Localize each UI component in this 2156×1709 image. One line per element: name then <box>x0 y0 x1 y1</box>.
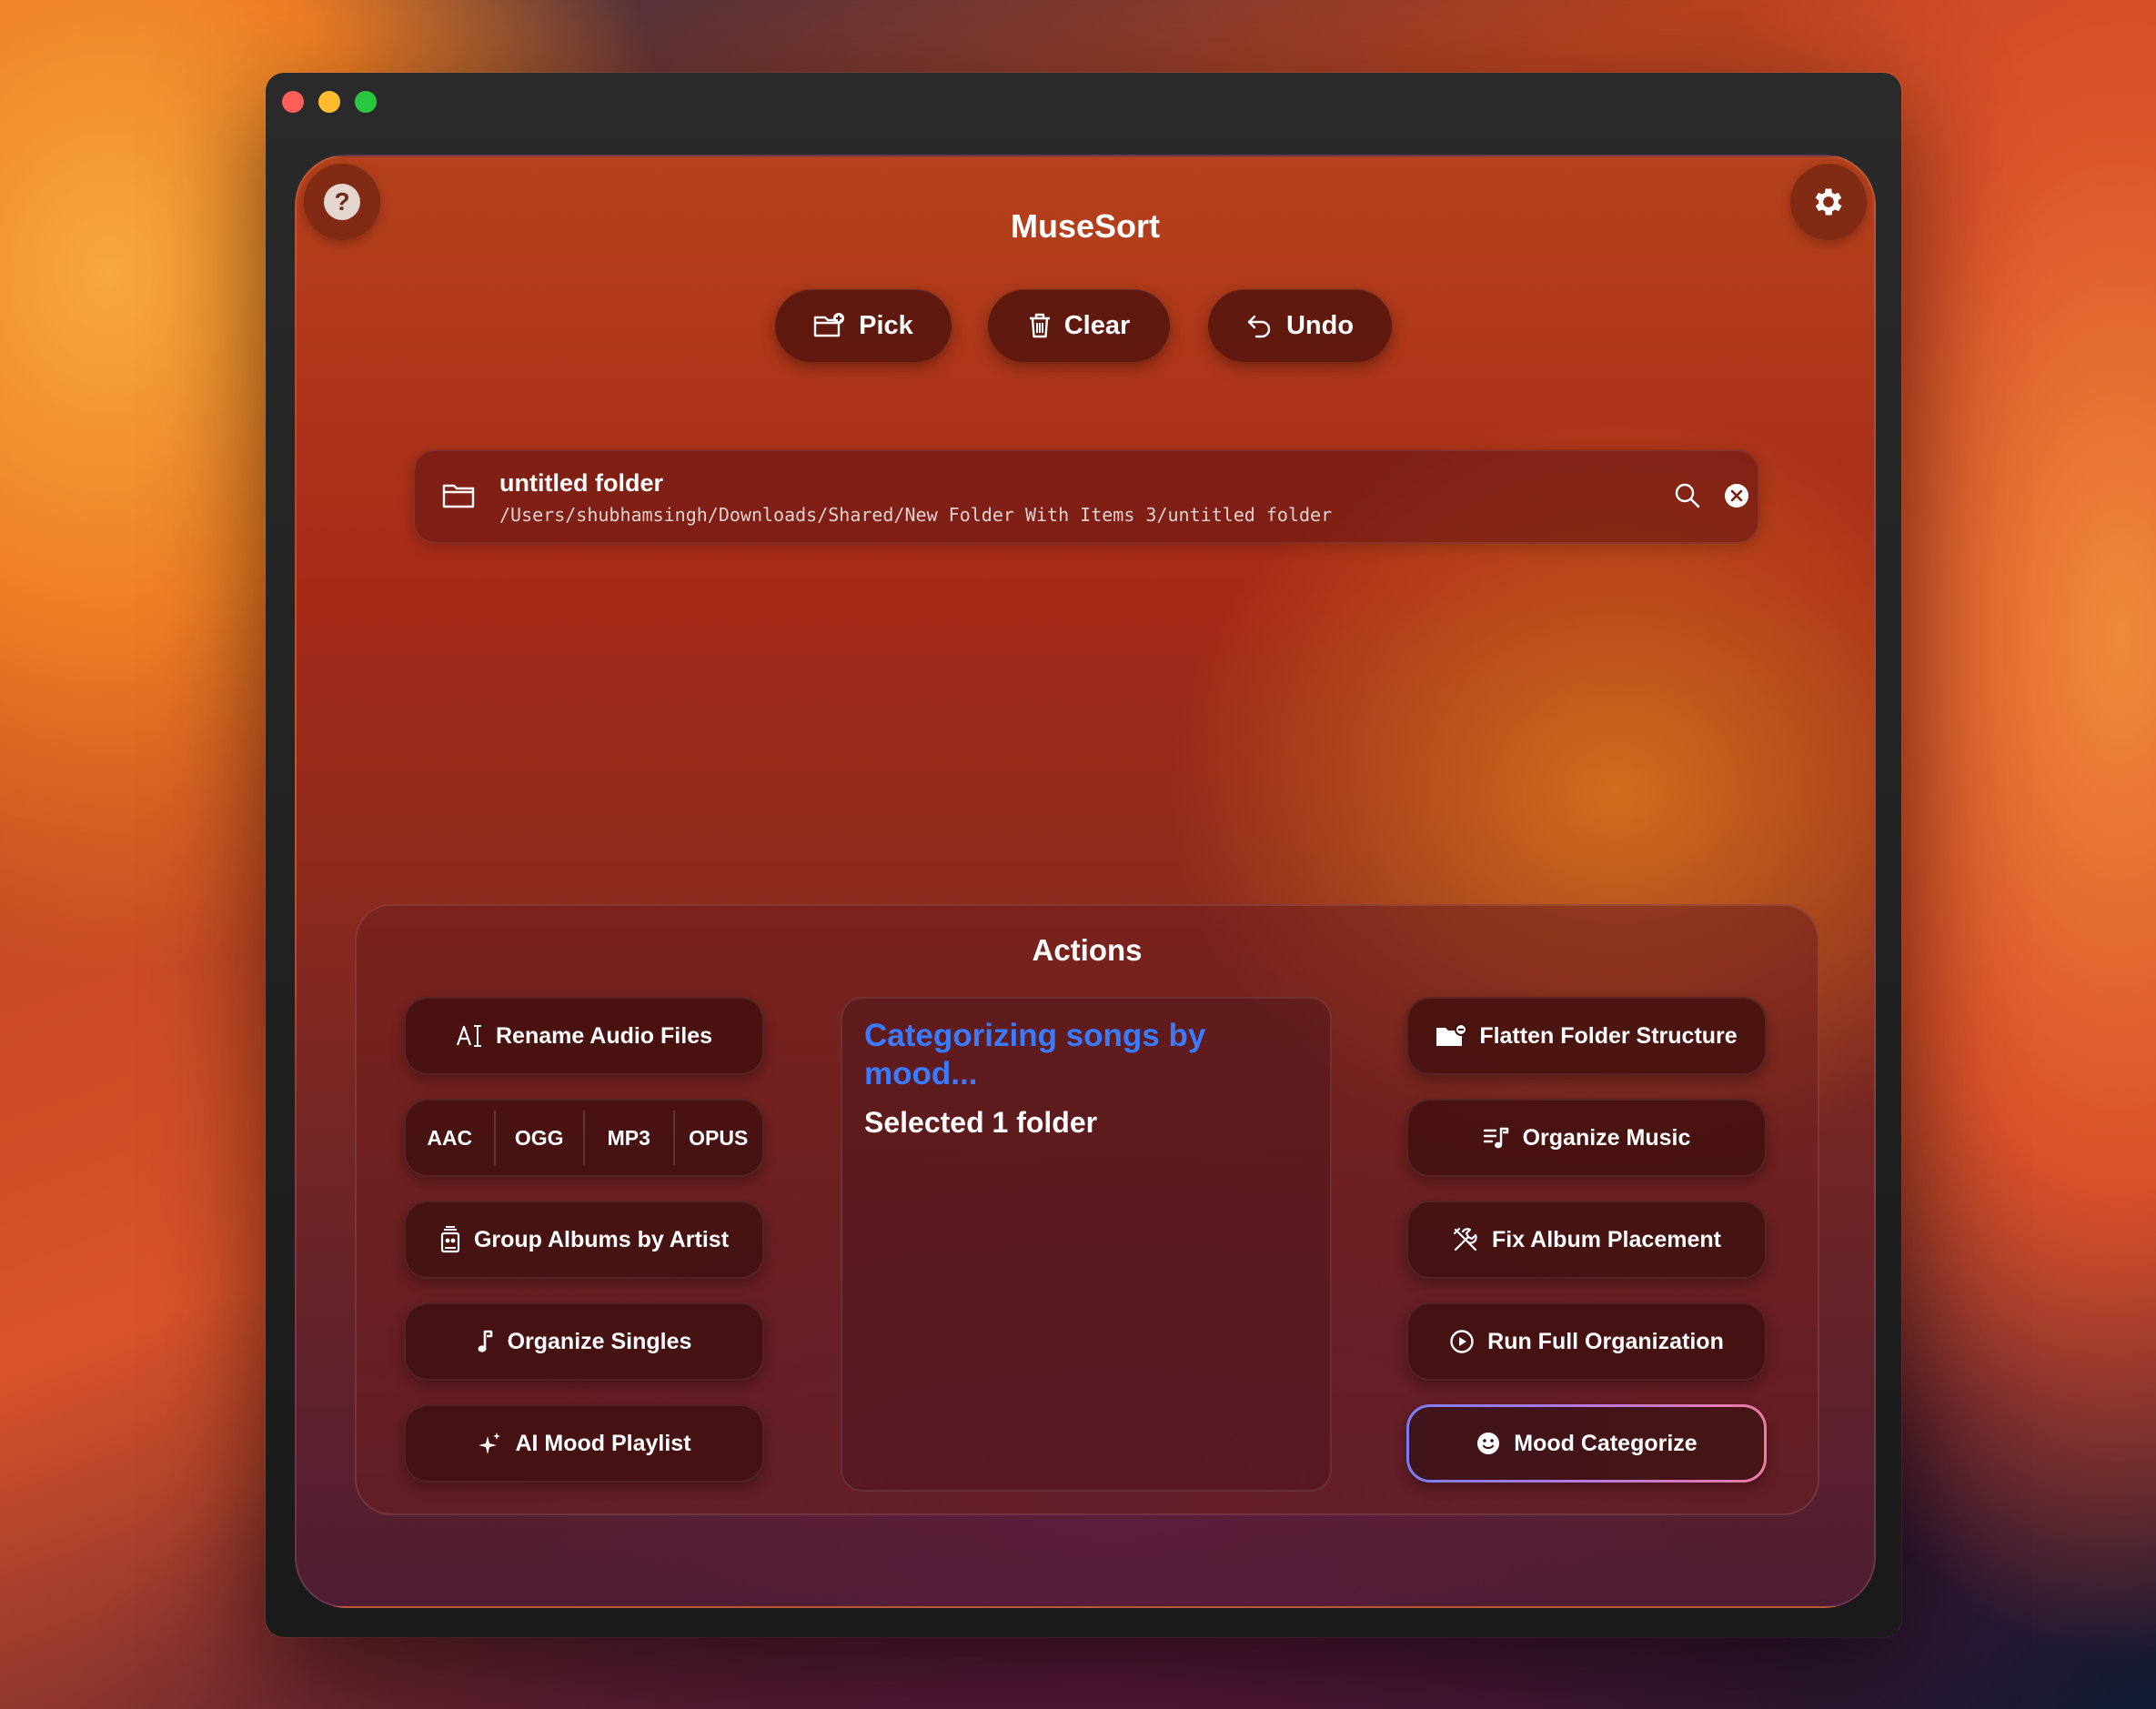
clear-label: Clear <box>1063 310 1131 340</box>
undo-button[interactable]: Undo <box>1208 289 1392 362</box>
folder-badge-icon <box>1436 1023 1467 1046</box>
status-panel: Categorizing songs by mood... Selected 1… <box>841 997 1332 1492</box>
organize-music-label: Organize Music <box>1522 1124 1691 1151</box>
flatten-folder-structure-label: Flatten Folder Structure <box>1479 1022 1738 1049</box>
sparkles-icon <box>479 1433 501 1454</box>
album-stack-icon <box>440 1226 460 1253</box>
fix-album-placement-button[interactable]: Fix Album Placement <box>1406 1201 1767 1279</box>
folder-icon <box>442 484 475 508</box>
rename-audio-files-label: Rename Audio Files <box>495 1022 712 1049</box>
actions-title: Actions <box>1032 933 1143 967</box>
run-full-organization-button[interactable]: Run Full Organization <box>1406 1302 1767 1381</box>
ai-mood-playlist-button[interactable]: AI Mood Playlist <box>404 1404 764 1483</box>
ai-mood-playlist-label: AI Mood Playlist <box>515 1430 691 1456</box>
pick-label: Pick <box>859 310 913 340</box>
tools-icon <box>1453 1227 1477 1252</box>
selected-folder-row[interactable]: untitled folder /Users/shubhamsingh/Down… <box>413 449 1759 544</box>
pick-button[interactable]: Pick <box>775 289 952 362</box>
group-albums-by-artist-button[interactable]: Group Albums by Artist <box>404 1201 764 1279</box>
run-full-organization-label: Run Full Organization <box>1487 1328 1724 1354</box>
smiley-icon <box>1477 1433 1500 1454</box>
organize-music-button[interactable]: Organize Music <box>1406 1099 1767 1177</box>
minimize-window-button[interactable] <box>318 91 340 113</box>
search-icon <box>1675 483 1700 508</box>
format-ogg-option[interactable]: OGG <box>496 1111 585 1165</box>
reveal-folder-button[interactable] <box>1674 482 1703 511</box>
organize-singles-button[interactable]: Organize Singles <box>404 1302 764 1381</box>
remove-folder-button[interactable] <box>1723 482 1752 511</box>
fix-album-placement-label: Fix Album Placement <box>1492 1226 1721 1252</box>
folder-name: untitled folder <box>499 469 663 497</box>
close-circle-icon <box>1725 484 1748 508</box>
app-window: ? MuseSort Pick Clear Undo untitled fold… <box>266 73 1901 1637</box>
status-message: Categorizing songs by mood... <box>864 1018 1206 1091</box>
group-albums-by-artist-label: Group Albums by Artist <box>473 1226 730 1252</box>
format-selector: AAC OGG MP3 OPUS <box>404 1099 764 1177</box>
format-aac-option[interactable]: AAC <box>406 1111 496 1165</box>
format-mp3-option[interactable]: MP3 <box>585 1111 675 1165</box>
music-note-icon <box>478 1330 492 1352</box>
format-opus-option[interactable]: OPUS <box>675 1111 763 1165</box>
undo-label: Undo <box>1285 310 1355 340</box>
play-circle-icon <box>1450 1330 1474 1353</box>
main-panel: ? MuseSort Pick Clear Undo untitled fold… <box>295 155 1876 1608</box>
mood-categorize-label: Mood Categorize <box>1514 1430 1698 1456</box>
close-window-button[interactable] <box>282 91 304 113</box>
zoom-window-button[interactable] <box>355 91 377 113</box>
rename-audio-files-button[interactable]: Rename Audio Files <box>404 997 764 1075</box>
folder-add-icon <box>813 313 845 337</box>
selection-count: Selected 1 folder <box>864 1106 1098 1139</box>
music-list-icon <box>1483 1127 1508 1149</box>
trash-icon <box>1029 313 1050 338</box>
app-title: MuseSort <box>1010 207 1161 245</box>
flatten-folder-structure-button[interactable]: Flatten Folder Structure <box>1406 997 1767 1075</box>
clear-button[interactable]: Clear <box>988 289 1170 362</box>
mood-categorize-button[interactable]: Mood Categorize <box>1406 1404 1767 1483</box>
text-cursor-icon <box>456 1025 481 1047</box>
undo-arrow-icon <box>1247 315 1271 338</box>
actions-card: Actions Rename Audio Files AAC OGG MP3 O… <box>355 904 1819 1515</box>
organize-singles-label: Organize Singles <box>507 1328 692 1354</box>
folder-path: /Users/shubhamsingh/Downloads/Shared/New… <box>499 504 1333 526</box>
